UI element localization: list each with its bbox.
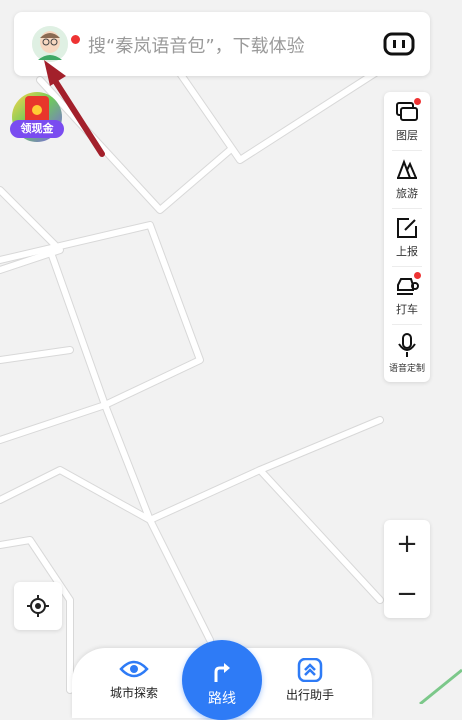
tool-voice-custom[interactable]: 语音定制 bbox=[384, 324, 430, 382]
travel-icon bbox=[397, 159, 417, 179]
tool-layers[interactable]: 图层 bbox=[384, 92, 430, 150]
nav-city-explore[interactable]: 城市探索 bbox=[94, 658, 174, 701]
route-label: 路线 bbox=[208, 691, 236, 707]
report-icon bbox=[397, 218, 417, 238]
assistant-icon bbox=[297, 658, 323, 682]
route-button[interactable]: 路线 bbox=[182, 640, 262, 720]
nav-travel-assistant[interactable]: 出行助手 bbox=[270, 658, 350, 703]
tool-label: 旅游 bbox=[396, 187, 418, 200]
user-avatar-icon[interactable] bbox=[32, 26, 81, 62]
nav-label: 城市探索 bbox=[109, 686, 158, 700]
map-tools-panel: 图层 旅游 上报 打车 语音定制 bbox=[384, 92, 430, 382]
nav-label: 出行助手 bbox=[285, 688, 334, 702]
eye-icon bbox=[119, 660, 149, 678]
zoom-controls: + − bbox=[384, 520, 430, 618]
tool-label: 上报 bbox=[396, 245, 418, 258]
zoom-out-button[interactable]: − bbox=[384, 570, 430, 618]
notification-dot bbox=[70, 34, 81, 45]
promo-label: 领现金 bbox=[10, 120, 64, 138]
locate-button[interactable] bbox=[14, 582, 62, 630]
cash-promo-badge[interactable]: 领现金 bbox=[10, 90, 64, 146]
search-bar[interactable]: 搜“秦岚语音包”，下载体验 bbox=[14, 12, 430, 76]
layers-badge bbox=[414, 98, 421, 105]
search-input[interactable]: 搜“秦岚语音包”，下载体验 bbox=[88, 32, 305, 58]
taxi-badge bbox=[414, 272, 421, 279]
tool-label: 图层 bbox=[396, 129, 418, 142]
zoom-in-button[interactable]: + bbox=[384, 520, 430, 568]
route-arrow-icon bbox=[214, 663, 230, 682]
locate-icon bbox=[27, 595, 49, 617]
tool-label: 打车 bbox=[396, 303, 418, 316]
tool-taxi[interactable]: 打车 bbox=[384, 266, 430, 324]
voice-robot-icon[interactable] bbox=[382, 30, 416, 58]
tool-report[interactable]: 上报 bbox=[384, 208, 430, 266]
tool-label: 语音定制 bbox=[388, 364, 425, 374]
microphone-icon bbox=[398, 333, 416, 357]
tool-travel[interactable]: 旅游 bbox=[384, 150, 430, 208]
